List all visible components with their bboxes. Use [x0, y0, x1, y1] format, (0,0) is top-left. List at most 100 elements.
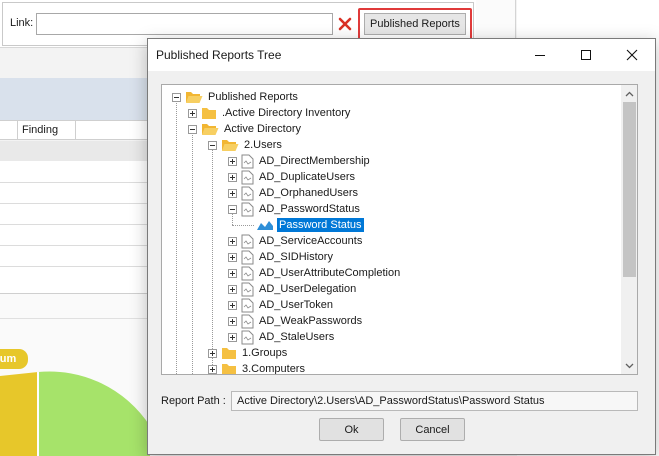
collapse-icon[interactable]: [172, 92, 181, 102]
link-input[interactable]: [36, 13, 333, 35]
tree-label: AD_OrphanedUsers: [259, 187, 359, 199]
scroll-up-button[interactable]: [621, 85, 637, 102]
expand-icon[interactable]: [208, 348, 217, 358]
grid-header-finding[interactable]: Finding: [18, 121, 76, 140]
tree-label: AD_DirectMembership: [259, 155, 370, 167]
table-row[interactable]: [0, 182, 150, 183]
tree-node[interactable]: AD_ServiceAccounts: [228, 233, 364, 249]
tree-node[interactable]: 1.Groups: [208, 345, 289, 361]
tree-node[interactable]: AD_StaleUsers: [228, 329, 336, 345]
report-file-icon: [241, 298, 254, 312]
tree-connector: [232, 225, 254, 226]
tree-node[interactable]: AD_SIDHistory: [228, 249, 335, 265]
tree-node[interactable]: AD_DuplicateUsers: [228, 169, 357, 185]
close-button[interactable]: [609, 39, 655, 71]
tree-node-root[interactable]: Published Reports: [172, 89, 300, 105]
tree-connector: [212, 145, 213, 367]
folder-open-icon: [202, 124, 219, 135]
report-file-icon: [241, 186, 254, 200]
expand-icon[interactable]: [228, 284, 237, 294]
tree-connector: [176, 97, 177, 374]
tree-label: .Active Directory Inventory: [222, 107, 351, 119]
table-row[interactable]: [0, 266, 150, 267]
report-file-icon: [241, 234, 254, 248]
folder-open-icon: [222, 140, 239, 151]
tree-node[interactable]: Active Directory: [188, 121, 303, 137]
vertical-scrollbar[interactable]: [621, 85, 637, 374]
minimize-icon: [535, 55, 545, 56]
folder-icon: [222, 348, 236, 359]
tree-label: Active Directory: [224, 123, 302, 135]
reports-tree[interactable]: Published Reports .Active Directory Inve…: [161, 84, 638, 375]
tree-label: AD_UserDelegation: [259, 283, 357, 295]
expand-icon[interactable]: [208, 364, 217, 374]
collapse-icon[interactable]: [188, 124, 197, 134]
cancel-button[interactable]: Cancel: [400, 418, 465, 441]
table-row[interactable]: [0, 245, 150, 246]
collapse-icon[interactable]: [208, 140, 217, 150]
folder-open-icon: [186, 92, 203, 103]
expand-icon[interactable]: [228, 188, 237, 198]
close-icon: [626, 49, 638, 61]
collapse-icon[interactable]: [228, 204, 237, 214]
folder-icon: [202, 108, 216, 119]
expand-icon[interactable]: [228, 332, 237, 342]
tree-connector: [192, 129, 193, 374]
grid-header: Finding: [0, 120, 150, 140]
tree-label: AD_UserAttributeCompletion: [259, 267, 401, 279]
grid-header-cell[interactable]: [0, 121, 18, 140]
tree-label: AD_SIDHistory: [259, 251, 333, 263]
pie-slice-yellow: [0, 372, 38, 456]
report-path-field[interactable]: Active Directory\2.Users\AD_PasswordStat…: [231, 391, 638, 411]
published-reports-tree-dialog: Published Reports Tree Published Reports…: [147, 38, 656, 455]
grid-body: [0, 161, 150, 293]
tree-label: Published Reports: [208, 91, 298, 103]
expand-icon[interactable]: [228, 172, 237, 182]
severity-badge: dium: [0, 349, 28, 369]
ok-button[interactable]: Ok: [319, 418, 384, 441]
tree-label: AD_PasswordStatus: [259, 203, 360, 215]
tree-node[interactable]: AD_OrphanedUsers: [228, 185, 360, 201]
scroll-down-button[interactable]: [621, 357, 637, 374]
maximize-button[interactable]: [563, 39, 609, 71]
maximize-icon: [581, 50, 591, 60]
expand-icon[interactable]: [228, 156, 237, 166]
tree-node[interactable]: AD_DirectMembership: [228, 153, 372, 169]
chart-report-icon: [257, 221, 273, 230]
tree-label: AD_DuplicateUsers: [259, 171, 355, 183]
expand-icon[interactable]: [188, 108, 197, 118]
published-reports-button[interactable]: Published Reports: [364, 13, 466, 35]
tree-label: Password Status: [277, 218, 364, 232]
chevron-down-icon: [625, 363, 634, 368]
expand-icon[interactable]: [228, 300, 237, 310]
report-file-icon: [241, 282, 254, 296]
expand-icon[interactable]: [228, 236, 237, 246]
table-row[interactable]: [0, 224, 150, 225]
clear-link-icon[interactable]: [336, 14, 354, 34]
grid-filter-row: [0, 141, 150, 161]
tree-node-selected[interactable]: Password Status: [256, 217, 364, 233]
report-file-icon: [241, 330, 254, 344]
report-file-icon: [241, 202, 254, 216]
tree-node[interactable]: AD_UserToken: [228, 297, 335, 313]
scroll-thumb[interactable]: [623, 102, 636, 277]
tree-label: AD_StaleUsers: [259, 331, 335, 343]
tree-node[interactable]: AD_WeakPasswords: [228, 313, 364, 329]
tree-node[interactable]: AD_UserAttributeCompletion: [228, 265, 402, 281]
tree-label: AD_WeakPasswords: [259, 315, 363, 327]
table-row[interactable]: [0, 203, 150, 204]
tree-node[interactable]: AD_PasswordStatus: [228, 201, 362, 217]
tree-label: AD_ServiceAccounts: [259, 235, 363, 247]
report-file-icon: [241, 250, 254, 264]
report-file-icon: [241, 170, 254, 184]
expand-icon[interactable]: [228, 316, 237, 326]
expand-icon[interactable]: [228, 252, 237, 262]
tree-node[interactable]: AD_UserDelegation: [228, 281, 358, 297]
tree-node[interactable]: 2.Users: [208, 137, 284, 153]
minimize-button[interactable]: [517, 39, 563, 71]
tree-node[interactable]: .Active Directory Inventory: [188, 105, 352, 121]
expand-icon[interactable]: [228, 268, 237, 278]
tree-node[interactable]: 3.Computers: [208, 361, 307, 375]
pie-slice-green: [38, 371, 150, 456]
tree-label: 3.Computers: [242, 363, 305, 375]
